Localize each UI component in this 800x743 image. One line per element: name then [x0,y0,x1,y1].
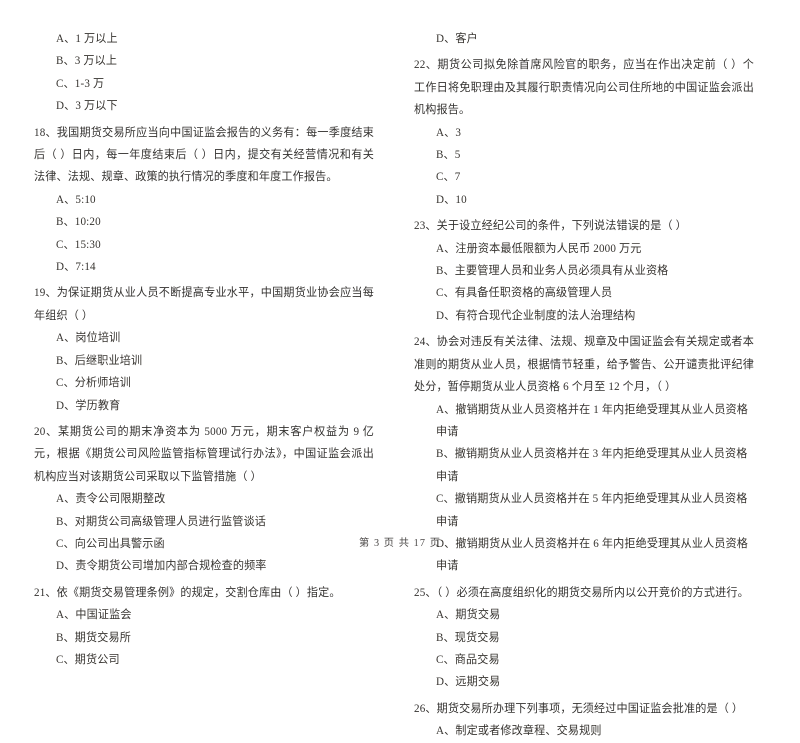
left-column: A、1 万以上 B、3 万以上 C、1-3 万 D、3 万以下 18、我国期货交… [34,28,374,666]
option-item: B、现货交易 [436,631,500,644]
question-19: 19、为保证期货从业人员不断提高专业水平，中国期货业协会应当每年组织（ ） A、… [34,282,374,416]
question-20: 20、某期货公司的期末净资本为 5000 万元，期末客户权益为 9 亿元，根据《… [34,421,374,578]
option-item: C、1-3 万 [56,77,105,90]
question-stem: 25、（ ）必须在高度组织化的期货交易所内以公开竞价的方式进行。 [414,586,749,599]
question-stem: 26、期货交易所办理下列事项，无须经过中国证监会批准的是（ ） [414,702,744,715]
option-item: D、客户 [436,33,478,45]
option-item: D、远期交易 [436,676,501,689]
option-item: D、学历教育 [56,399,121,412]
option-item: B、10:20 [56,216,101,229]
question-25: 25、（ ）必须在高度组织化的期货交易所内以公开竞价的方式进行。 A、期货交易 … [414,582,754,694]
option-item: B、对期货公司高级管理人员进行监管谈话 [56,515,266,528]
option-item: B、5 [436,149,461,162]
option-item: C、商品交易 [436,653,500,666]
question-stem: 21、依《期货交易管理条例》的规定，交割仓库由（ ）指定。 [34,586,341,599]
option-item: B、撤销期货从业人员资格并在 3 年内拒绝受理其从业人员资格申请 [436,448,748,483]
option-item: D、3 万以下 [56,100,118,113]
option-item: B、主要管理人员和业务人员必须具有从业资格 [436,265,669,278]
question-stem: 20、某期货公司的期末净资本为 5000 万元，期末客户权益为 9 亿元，根据《… [34,425,374,483]
exam-page: A、1 万以上 B、3 万以上 C、1-3 万 D、3 万以下 18、我国期货交… [0,0,800,737]
option-item: A、期货交易 [436,609,501,622]
option-item: A、撤销期货从业人员资格并在 1 年内拒绝受理其从业人员资格申请 [436,403,749,438]
option-item: A、岗位培训 [56,332,121,345]
two-column-body: A、1 万以上 B、3 万以上 C、1-3 万 D、3 万以下 18、我国期货交… [34,28,766,737]
option-item: B、期货交易所 [56,631,132,644]
question-26: 26、期货交易所办理下列事项，无须经过中国证监会批准的是（ ） A、制定或者修改… [414,698,754,743]
option-item: C、7 [436,171,461,184]
question-21: 21、依《期货交易管理条例》的规定，交割仓库由（ ）指定。 A、中国证监会 B、… [34,582,374,672]
question-stem: 22、期货公司拟免除首席风险官的职务，应当在作出决定前（ ）个工作日将免职理由及… [414,59,754,117]
option-item: C、期货公司 [56,653,120,666]
option-item: C、有具备任职资格的高级管理人员 [436,287,613,300]
option-item: D、责令期货公司增加内部合规检查的频率 [56,560,267,573]
page-footer: 第 3 页 共 17 页 [359,538,441,549]
question-23: 23、关于设立经纪公司的条件，下列说法错误的是（ ） A、注册资本最低限额为人民… [414,215,754,327]
question-stem: 19、为保证期货从业人员不断提高专业水平，中国期货业协会应当每年组织（ ） [34,287,374,322]
option-item: A、注册资本最低限额为人民币 2000 万元 [436,242,642,255]
question-stem: 24、协会对违反有关法律、法规、规章及中国证监会有关规定或者本准则的期货从业人员… [414,336,754,394]
option-item: A、责令公司限期整改 [56,493,166,506]
question-18: 18、我国期货交易所应当向中国证监会报告的义务有：每一季度结束后（ ）日内，每一… [34,122,374,279]
option-item: A、5:10 [56,193,96,206]
option-item: D、10 [436,193,467,206]
orphan-option-group-right: D、客户 [414,28,754,50]
option-item: A、制定或者修改章程、交易规则 [436,725,602,738]
right-column: D、客户 22、期货公司拟免除首席风险官的职务，应当在作出决定前（ ）个工作日将… [414,28,754,737]
orphan-option-group-left: A、1 万以上 B、3 万以上 C、1-3 万 D、3 万以下 [34,28,374,118]
option-item: D、有符合现代企业制度的法人治理结构 [436,309,636,322]
option-item: A、1 万以上 [56,33,118,45]
option-item: C、分析师培训 [56,377,132,390]
option-item: A、3 [436,126,462,139]
question-stem: 18、我国期货交易所应当向中国证监会报告的义务有：每一季度结束后（ ）日内，每一… [34,126,374,184]
question-stem: 23、关于设立经纪公司的条件，下列说法错误的是（ ） [414,220,687,233]
option-item: B、后继职业培训 [56,354,143,367]
option-item: C、撤销期货从业人员资格并在 5 年内拒绝受理其从业人员资格申请 [436,493,748,528]
option-item: A、中国证监会 [56,609,132,622]
option-item: D、7:14 [56,261,96,274]
question-22: 22、期货公司拟免除首席风险官的职务，应当在作出决定前（ ）个工作日将免职理由及… [414,54,754,211]
option-item: C、15:30 [56,238,101,251]
option-item: B、3 万以上 [56,55,118,68]
